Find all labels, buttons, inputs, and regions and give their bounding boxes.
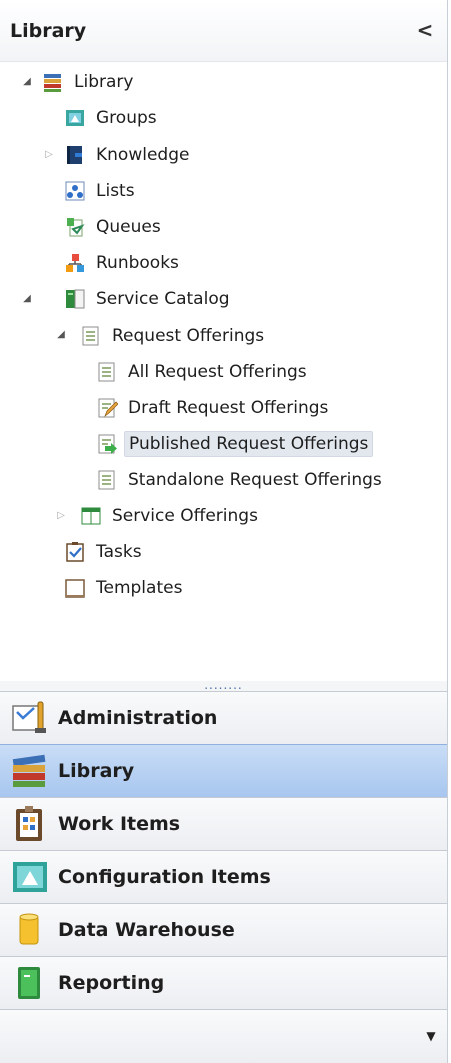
work-items-icon xyxy=(10,804,50,844)
tree-item-label: Draft Request Offerings xyxy=(128,398,329,418)
expand-arrow-icon[interactable]: ◢ xyxy=(54,328,68,342)
tasks-icon xyxy=(64,541,86,563)
tree-item-service-offerings[interactable]: Service Offerings xyxy=(80,500,262,532)
draft-document-icon xyxy=(96,397,118,419)
library-icon xyxy=(10,751,50,791)
tree-item-label: Knowledge xyxy=(96,145,190,165)
pane-title: Library xyxy=(10,20,87,42)
wunderbar-library-button[interactable]: Library xyxy=(0,744,447,797)
document-icon xyxy=(96,361,118,383)
wunderbar-administration-button[interactable]: Administration xyxy=(0,691,447,744)
service-offerings-icon xyxy=(80,505,102,527)
tree-item-templates[interactable]: Templates xyxy=(64,572,186,604)
expand-arrow-icon[interactable]: ◢ xyxy=(20,292,34,306)
collapse-pane-button[interactable]: < xyxy=(415,18,435,42)
chevron-down-icon[interactable]: ▼ xyxy=(423,1028,439,1044)
published-document-icon xyxy=(96,433,118,455)
tree-item-label: Lists xyxy=(96,181,135,201)
wunderbar-label: Configuration Items xyxy=(58,866,271,888)
pane-header: Library < xyxy=(0,0,447,62)
wunderbar-label: Data Warehouse xyxy=(58,919,235,941)
navigation-pane: Library < ◢ Library Groups ▷ Knowledge L… xyxy=(0,0,448,1063)
tree-item-library[interactable]: Library xyxy=(42,66,137,98)
service-catalog-icon xyxy=(64,288,86,310)
reporting-icon xyxy=(10,963,50,1003)
tree-item-label: All Request Offerings xyxy=(128,362,307,382)
tree-item-queues[interactable]: Queues xyxy=(64,211,165,243)
administration-icon xyxy=(10,698,50,738)
groups-icon xyxy=(64,107,86,129)
tree-item-all-request-offerings[interactable]: All Request Offerings xyxy=(96,356,311,388)
tree-item-lists[interactable]: Lists xyxy=(64,175,139,207)
tree-item-label: Library xyxy=(74,72,134,92)
document-icon xyxy=(80,325,102,347)
tree-item-label: Queues xyxy=(96,217,161,237)
expand-arrow-icon[interactable]: ◢ xyxy=(20,75,34,89)
templates-icon xyxy=(64,577,86,599)
collapsed-arrow-icon[interactable]: ▷ xyxy=(54,509,68,523)
wunderbar-label: Library xyxy=(58,760,135,782)
tree-item-label: Runbooks xyxy=(96,253,179,273)
tree-item-request-offerings[interactable]: Request Offerings xyxy=(80,320,268,352)
tree-item-service-catalog[interactable]: Service Catalog xyxy=(64,283,234,315)
tree-item-label: Published Request Offerings xyxy=(124,431,374,457)
tree-item-label: Service Catalog xyxy=(96,289,230,309)
runbooks-icon xyxy=(64,252,86,274)
wunderbar-work-items-button[interactable]: Work Items xyxy=(0,797,447,850)
knowledge-book-icon xyxy=(64,144,86,166)
tree-item-label: Templates xyxy=(96,578,183,598)
books-icon xyxy=(42,71,64,93)
tree-item-label: Service Offerings xyxy=(112,506,258,526)
library-tree: ◢ Library Groups ▷ Knowledge Lists Queue… xyxy=(0,64,447,680)
tree-item-tasks[interactable]: Tasks xyxy=(64,536,146,568)
wunderbar-overflow-bar: ▼ xyxy=(0,1009,447,1063)
queues-icon xyxy=(64,216,86,238)
collapsed-arrow-icon[interactable]: ▷ xyxy=(42,148,56,162)
wunderbar-data-warehouse-button[interactable]: Data Warehouse xyxy=(0,903,447,956)
tree-item-groups[interactable]: Groups xyxy=(64,102,161,134)
configuration-items-icon xyxy=(10,857,50,897)
tree-item-knowledge[interactable]: Knowledge xyxy=(64,139,193,171)
data-warehouse-icon xyxy=(10,910,50,950)
document-icon xyxy=(96,469,118,491)
wunderbar-label: Administration xyxy=(58,707,218,729)
pane-splitter[interactable]: ........ xyxy=(0,679,447,691)
wunderbar-label: Reporting xyxy=(58,972,165,994)
tree-item-label: Groups xyxy=(96,108,157,128)
lists-icon xyxy=(64,180,86,202)
tree-item-published-request-offerings[interactable]: Published Request Offerings xyxy=(96,428,374,460)
wunderbar-configuration-items-button[interactable]: Configuration Items xyxy=(0,850,447,903)
tree-item-label: Request Offerings xyxy=(112,326,265,346)
wunderbar-reporting-button[interactable]: Reporting xyxy=(0,956,447,1009)
tree-item-label: Standalone Request Offerings xyxy=(128,470,382,490)
tree-item-standalone-request-offerings[interactable]: Standalone Request Offerings xyxy=(96,464,386,496)
wunderbar-label: Work Items xyxy=(58,813,181,835)
tree-item-runbooks[interactable]: Runbooks xyxy=(64,247,183,279)
tree-item-draft-request-offerings[interactable]: Draft Request Offerings xyxy=(96,392,332,424)
tree-item-label: Tasks xyxy=(96,542,142,562)
